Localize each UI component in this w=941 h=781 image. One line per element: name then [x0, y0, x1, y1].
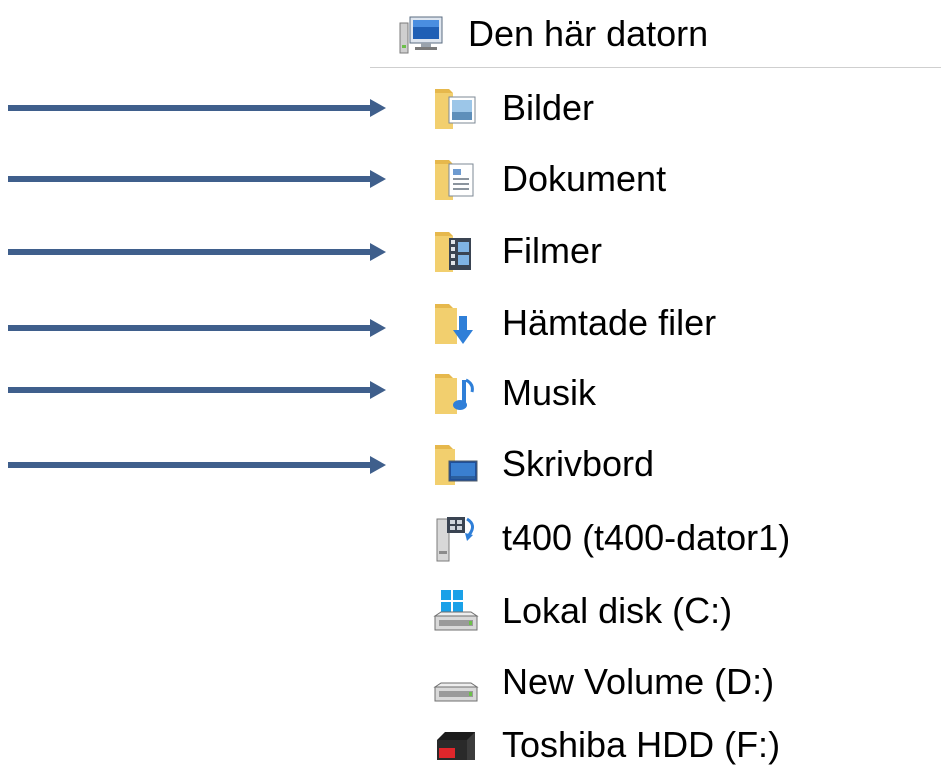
tree-item-label: New Volume (D:)	[502, 661, 775, 702]
hard-drive-icon	[431, 657, 481, 707]
tree-item-label: Bilder	[502, 87, 595, 128]
tree-item-label: Hämtade filer	[502, 302, 717, 343]
annotation-arrow-bilder	[8, 96, 386, 120]
tree-item-label: Skrivbord	[502, 443, 655, 484]
tree-item-label: t400 (t400-dator1)	[502, 517, 791, 558]
pictures-folder-icon	[431, 83, 481, 133]
annotation-arrow-musik	[8, 378, 386, 402]
this-pc-label: Den här datorn	[468, 13, 709, 54]
this-pc-node[interactable]: Den här datorn	[370, 0, 941, 68]
music-folder-icon	[431, 368, 481, 418]
tree-item-lokal-disk-c[interactable]: Lokal disk (C:)	[370, 575, 941, 647]
tree-item-dokument[interactable]: Dokument	[370, 143, 941, 215]
tree-item-label: Filmer	[502, 230, 602, 271]
tree-item-musik[interactable]: Musik	[370, 357, 941, 429]
tree-item-bilder[interactable]: Bilder	[370, 72, 941, 144]
computer-icon	[398, 13, 444, 59]
tree-item-label: Lokal disk (C:)	[502, 590, 733, 631]
tree-item-toshiba-hdd-f[interactable]: Toshiba HDD (F:)	[370, 709, 941, 781]
tree-item-new-volume-d[interactable]: New Volume (D:)	[370, 646, 941, 718]
tree-item-skrivbord[interactable]: Skrivbord	[370, 428, 941, 500]
annotation-arrow-filmer	[8, 240, 386, 264]
windows-drive-icon	[431, 586, 481, 636]
network-drive-icon	[431, 513, 481, 563]
tree-item-t400[interactable]: t400 (t400-dator1)	[370, 502, 941, 574]
tree-item-hamtade-filer[interactable]: Hämtade filer	[370, 287, 941, 359]
videos-folder-icon	[431, 226, 481, 276]
annotation-arrow-hamtade-filer	[8, 316, 386, 340]
annotation-arrow-dokument	[8, 167, 386, 191]
external-drive-icon	[431, 720, 481, 770]
tree-item-label: Musik	[502, 372, 597, 413]
annotation-arrow-skrivbord	[8, 453, 386, 477]
tree-item-label: Dokument	[502, 158, 667, 199]
documents-folder-icon	[431, 154, 481, 204]
tree-item-filmer[interactable]: Filmer	[370, 215, 941, 287]
desktop-folder-icon	[431, 439, 481, 489]
downloads-folder-icon	[431, 298, 481, 348]
tree-item-label: Toshiba HDD (F:)	[502, 724, 781, 765]
